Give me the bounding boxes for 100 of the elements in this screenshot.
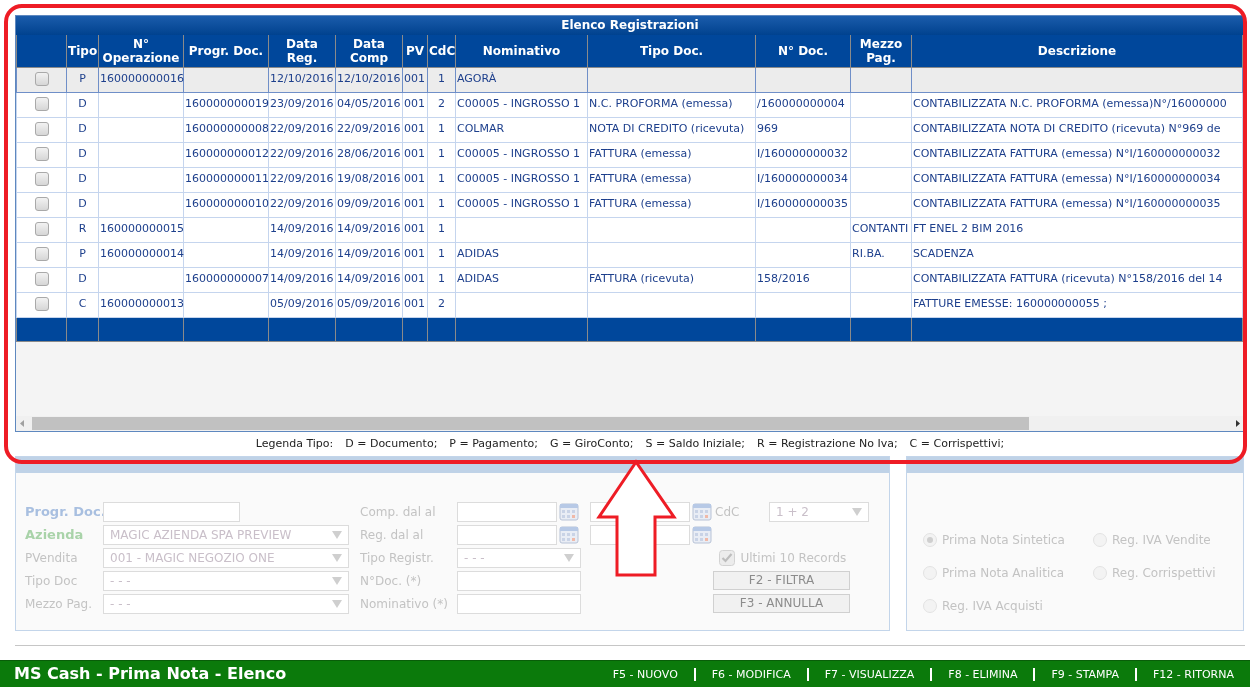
footer-action[interactable]: F6 - MODIFICA — [693, 667, 807, 681]
table-cell: 1 — [438, 222, 445, 236]
table-cell: 14/09/2016 — [337, 222, 401, 236]
scrollbar-thumb[interactable] — [32, 417, 1029, 431]
table-cell: 14/09/2016 — [270, 247, 334, 261]
table-cell: AGORÀ — [457, 72, 497, 86]
footer-action[interactable]: F5 - NUOVO — [596, 667, 694, 681]
column-header[interactable]: PV — [402, 35, 428, 67]
row-checkbox[interactable] — [34, 97, 49, 112]
table-cell: 22/09/2016 — [270, 122, 334, 136]
table-cell: 12/10/2016 — [270, 72, 334, 86]
table-cell: 14/09/2016 — [337, 247, 401, 261]
horizontal-scrollbar[interactable] — [16, 416, 1244, 432]
table-row[interactable]: R 160000000015 14/09/2016 14/09/2016 001 1 CONTANTI FT ENEL 2 BIM 2016 — [16, 217, 1243, 242]
caret-icon — [332, 530, 342, 539]
table-cell: I/160000000035 — [757, 197, 848, 211]
table-cell: 05/09/2016 — [337, 297, 401, 311]
column-header[interactable]: Descrizione — [911, 35, 1243, 67]
table-cell: 14/09/2016 — [337, 272, 401, 286]
table-cell: C — [78, 297, 87, 311]
table-cell: D — [78, 197, 87, 211]
table-cell: CONTABILIZZATA N.C. PROFORMA (emessa)N°/16000000 — [913, 97, 1227, 111]
table-row[interactable]: D 16000000000822/09/2016 22/09/2016 001 1 COLMAR NOTA DI CREDITO (ricevuta) 969 CONTABILIZZATA NOTA DI CREDITO (ricevuta) N°969 de — [16, 117, 1243, 142]
legend-item: S = Saldo Iniziale; — [645, 436, 746, 453]
table-cell: 14/09/2016 — [270, 272, 334, 286]
table-cell: 001 — [404, 122, 425, 136]
row-checkbox[interactable] — [34, 222, 49, 237]
table-cell: 22/09/2016 — [270, 147, 334, 161]
legend-item: P = Pagamento; — [449, 436, 538, 453]
table-cell: D — [78, 122, 87, 136]
column-header[interactable]: Nominativo — [455, 35, 588, 67]
app-title: MS Cash - Prima Nota - Elenco — [14, 663, 287, 685]
table-cell: 1 — [438, 172, 445, 186]
table-cell: P — [79, 72, 86, 86]
table-cell: 001 — [404, 147, 425, 161]
table-cell: FATTURA (emessa) — [589, 147, 692, 161]
table-cell: 001 — [404, 297, 425, 311]
table-cell: D — [78, 97, 87, 111]
table-row[interactable]: D 16000000001923/09/2016 04/05/2016 001 2 C00005 - INGROSSO 1 N.C. PROFORMA (emessa) /160000000004 CONTABILIZZATA N.C. PROFORMA (emessa)N°/16000000 — [16, 92, 1243, 117]
row-checkbox[interactable] — [34, 272, 49, 287]
caret-icon — [332, 576, 342, 585]
table-cell: CONTABILIZZATA FATTURA (emessa) N°I/160000000032 — [913, 147, 1221, 161]
field-label: Azienda — [25, 526, 85, 545]
table-cell: 160000000007 — [185, 272, 269, 286]
table-cell: CONTABILIZZATA FATTURA (ricevuta) N°158/2016 del 14 — [913, 272, 1223, 286]
table-cell: D — [78, 147, 87, 161]
column-header[interactable]: CdC — [427, 35, 456, 67]
table-cell: 12/10/2016 — [337, 72, 401, 86]
column-header[interactable]: N° Operazione — [98, 35, 184, 67]
table-row[interactable]: D 160000000007 14/09/2016 14/09/2016 001 1 ADIDAS FATTURA (ricevuta) 158/2016 CONTABILIZZATA FATTURA (ricevuta) N°158/2016 del 14 — [16, 267, 1243, 292]
field-label: Progr. Doc. — [25, 503, 103, 522]
table-row[interactable]: P 160000000014 14/09/2016 14/09/2016 001 1 ADIDAS RI.BA. SCADENZA — [16, 242, 1243, 267]
row-checkbox[interactable] — [34, 122, 49, 137]
table-cell: 09/09/2016 — [337, 197, 401, 211]
row-checkbox[interactable] — [34, 247, 49, 262]
table-cell: 160000000014 — [100, 247, 184, 261]
table-cell: 1 — [438, 272, 445, 286]
table-cell: 158/2016 — [757, 272, 810, 286]
table-cell: 001 — [404, 247, 425, 261]
table-cell: 160000000011 — [185, 172, 269, 186]
column-header[interactable]: N° Doc. — [755, 35, 851, 67]
table-cell: 1 — [438, 197, 445, 211]
table-row[interactable]: D 16000000001022/09/2016 09/09/2016 001 1 C00005 - INGROSSO 1 FATTURA (emessa) I/160000000035 CONTABILIZZATA FATTURA (emessa) N°I/160000000035 — [16, 192, 1243, 217]
table-cell: I/160000000032 — [757, 147, 848, 161]
column-header — [16, 35, 67, 67]
footer-action[interactable]: F7 - VISUALIZZA — [806, 667, 931, 681]
column-header[interactable]: Tipo — [66, 35, 99, 67]
footer-action[interactable]: F8 - ELIMINA — [930, 667, 1034, 681]
column-header[interactable]: Progr. Doc. — [183, 35, 269, 67]
column-header[interactable]: Tipo Doc. — [587, 35, 756, 67]
table-cell: C00005 - INGROSSO 1 — [457, 97, 581, 111]
legend-item: G = GiroConto; — [550, 436, 634, 453]
row-checkbox[interactable] — [34, 72, 49, 87]
table-row[interactable]: C 160000000013 05/09/2016 05/09/2016 001 2 FATTURE EMESSE: 160000000055 ; — [16, 292, 1243, 317]
table-cell: 160000000012 — [185, 147, 269, 161]
row-checkbox[interactable] — [34, 297, 49, 312]
caret-icon — [332, 599, 342, 608]
column-header[interactable]: Data Reg. — [268, 35, 336, 67]
row-checkbox[interactable] — [34, 147, 49, 162]
column-header[interactable]: Data Comp — [335, 35, 403, 67]
table-cell: 1 — [438, 122, 445, 136]
footer-action[interactable]: F9 - STAMPA — [1033, 667, 1136, 681]
row-checkbox[interactable] — [34, 197, 49, 212]
column-header[interactable]: Mezzo Pag. — [850, 35, 912, 67]
table-cell: CONTABILIZZATA FATTURA (emessa) N°I/160000000035 — [913, 197, 1221, 211]
table-cell: 160000000015 — [100, 222, 184, 236]
table-cell: ADIDAS — [457, 247, 500, 261]
table-cell: FATTURA (emessa) — [589, 197, 692, 211]
footer-action[interactable]: F12 - RITORNA — [1135, 667, 1250, 681]
table-cell: NOTA DI CREDITO (ricevuta) — [589, 122, 745, 136]
table-cell: 160000000008 — [185, 122, 269, 136]
table-cell: C00005 - INGROSSO 1 — [457, 147, 581, 161]
table-row[interactable]: D 16000000001222/09/2016 28/06/2016 001 1 C00005 - INGROSSO 1 FATTURA (emessa) I/160000000032 CONTABILIZZATA FATTURA (emessa) N°I/160000000032 — [16, 142, 1243, 167]
table-cell: FATTURA (ricevuta) — [589, 272, 694, 286]
table-cell: 22/09/2016 — [270, 197, 334, 211]
row-checkbox[interactable] — [34, 172, 49, 187]
table-row[interactable]: D 16000000001122/09/2016 19/08/2016 001 1 C00005 - INGROSSO 1 FATTURA (emessa) I/160000000034 CONTABILIZZATA FATTURA (emessa) N°I/160000000034 — [16, 167, 1243, 192]
table-cell: 14/09/2016 — [270, 222, 334, 236]
table-cell: 22/09/2016 — [337, 122, 401, 136]
table-cell: FATTURE EMESSE: 160000000055 ; — [913, 297, 1108, 311]
